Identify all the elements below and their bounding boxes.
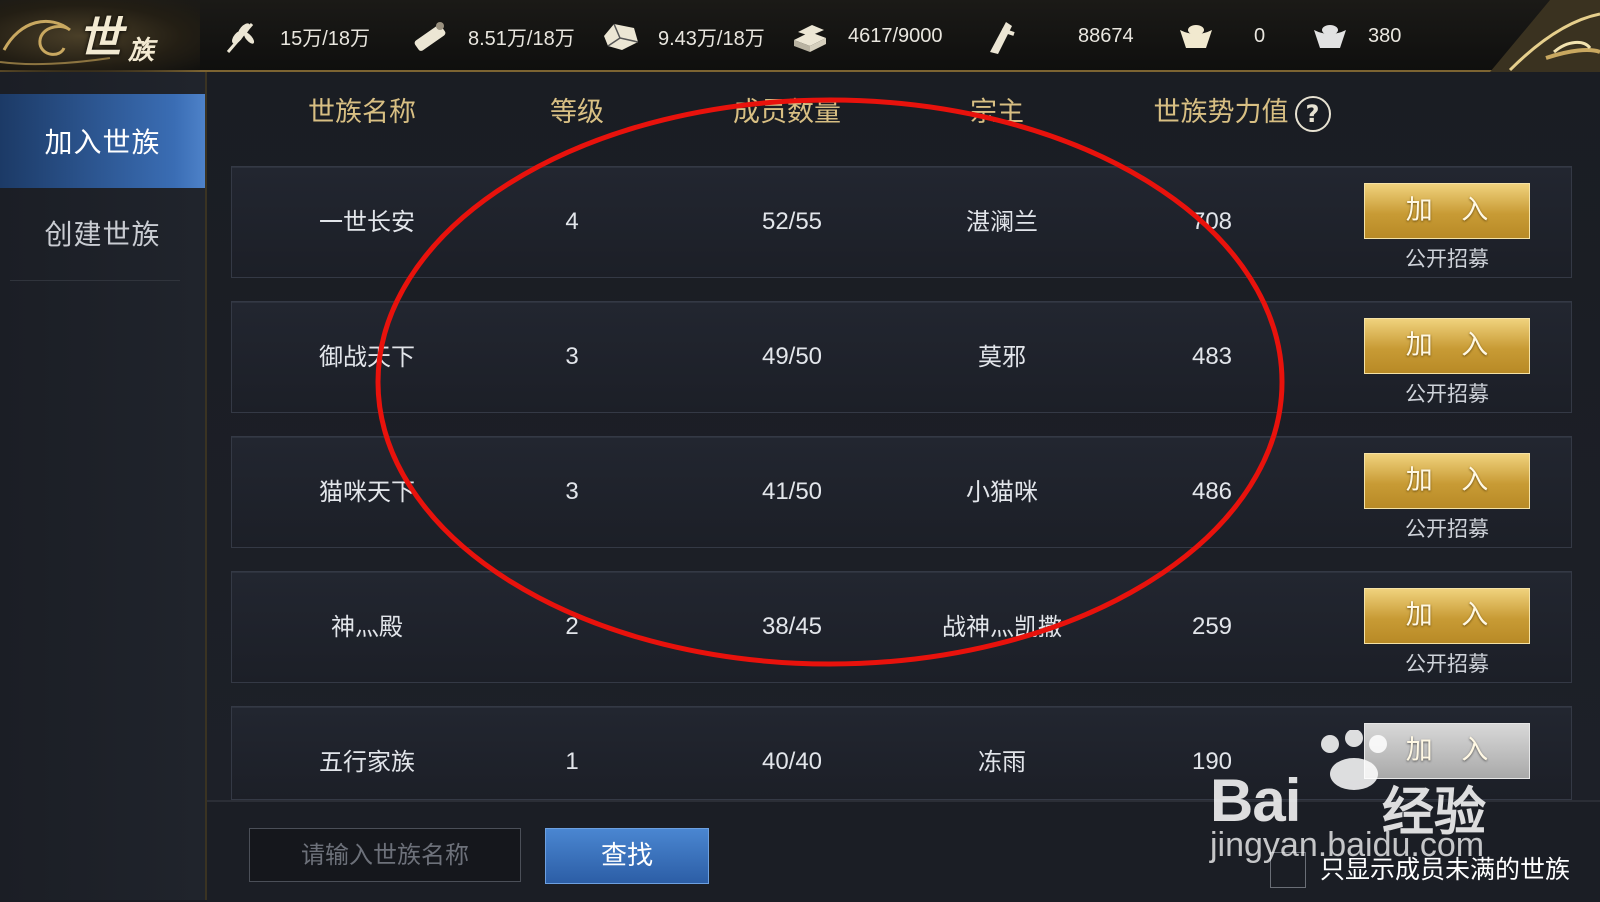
resource-wood: 8.51万/18万 <box>410 14 575 58</box>
resource-iron: 4617/9000 <box>790 14 943 58</box>
clan-level: 3 <box>565 343 579 370</box>
clan-members: 49/50 <box>761 343 823 370</box>
sidebar: 加入世族 创建世族 <box>0 72 207 900</box>
clan-search-input[interactable] <box>249 828 521 882</box>
recruit-status: 公开招募 <box>1405 247 1489 271</box>
resource-order-token-value: 88674 <box>1078 24 1134 47</box>
clan-power: 708 <box>1191 208 1233 235</box>
column-header-level: 等级 <box>550 97 604 128</box>
clan-name: 猫咪天下 <box>319 478 415 506</box>
clan-level: 1 <box>565 748 579 775</box>
column-header-members: 成员数量 <box>733 97 841 128</box>
recruit-status: 公开招募 <box>1405 652 1489 676</box>
column-header-name: 世族名称 <box>308 97 416 128</box>
clan-members: 52/55 <box>761 208 823 235</box>
clan-level: 4 <box>565 208 579 235</box>
not-full-filter-checkbox[interactable] <box>1270 852 1306 888</box>
resource-silver-ingot: 380 <box>1310 14 1401 58</box>
clan-members: 41/50 <box>761 478 823 505</box>
resource-grain-value: 15万/18万 <box>280 27 371 50</box>
clan-list-panel: 世族名称 等级 成员数量 宗主 世族势力值? 一世长安 4 52/55 湛澜兰 … <box>207 72 1600 800</box>
close-ornament-icon[interactable] <box>1450 0 1600 72</box>
clan-power: 483 <box>1191 343 1233 370</box>
resource-bar: 世 族 15万/18万 8.51万/18万 9.43万/18万 4617/900… <box>0 0 1600 72</box>
order-token-icon <box>990 22 1015 54</box>
clan-name: 神灬殿 <box>331 613 403 641</box>
clan-members: 38/45 <box>761 613 823 640</box>
clan-name: 一世长安 <box>319 208 415 236</box>
table-row: 五行家族 1 40/40 冻雨 190 加 入 <box>231 706 1572 800</box>
clan-leader: 战神灬凯撒 <box>942 613 1062 641</box>
clan-title-sub: 族 <box>128 36 155 66</box>
recruit-status: 公开招募 <box>1405 517 1489 541</box>
resource-order-token: 88674 <box>980 14 1134 58</box>
recruit-status: 公开招募 <box>1405 382 1489 406</box>
resource-silver-ingot-value: 380 <box>1368 24 1402 47</box>
iron-icon <box>794 25 826 52</box>
grain-icon <box>226 23 255 53</box>
sidebar-item-join-clan[interactable]: 加入世族 <box>0 94 205 188</box>
stone-icon <box>604 23 639 50</box>
sidebar-item-label: 加入世族 <box>44 126 161 159</box>
resource-wood-value: 8.51万/18万 <box>468 27 575 50</box>
gold-ingot-icon <box>1180 25 1212 48</box>
join-button[interactable]: 加 入 <box>1364 453 1530 509</box>
clan-leader: 莫邪 <box>978 343 1026 371</box>
clan-leader: 冻雨 <box>978 748 1026 776</box>
help-icon[interactable]: ? <box>1294 95 1331 132</box>
table-row: 一世长安 4 52/55 湛澜兰 708 加 入 公开招募 <box>231 166 1572 278</box>
not-full-filter-label: 只显示成员未满的世族 <box>1320 855 1571 884</box>
column-header-power: 世族势力值? <box>1127 88 1357 138</box>
resource-gold-ingot: 0 <box>1176 14 1265 58</box>
join-button-disabled: 加 入 <box>1364 723 1530 779</box>
clan-leader: 湛澜兰 <box>966 208 1038 236</box>
clan-power: 190 <box>1191 748 1233 775</box>
table-row: 猫咪天下 3 41/50 小猫咪 486 加 入 公开招募 <box>231 436 1572 548</box>
join-button[interactable]: 加 入 <box>1364 588 1530 644</box>
column-header-leader: 宗主 <box>970 97 1024 128</box>
clan-title-badge: 世 族 <box>0 0 200 72</box>
resource-iron-value: 4617/9000 <box>848 24 943 47</box>
clan-level: 2 <box>565 613 579 640</box>
resource-stone-value: 9.43万/18万 <box>658 27 765 50</box>
join-button[interactable]: 加 入 <box>1364 318 1530 374</box>
sidebar-divider <box>10 280 180 281</box>
clan-name: 五行家族 <box>319 748 415 776</box>
sidebar-item-label: 创建世族 <box>44 218 161 251</box>
clan-members: 40/40 <box>761 748 823 775</box>
clan-title-main: 世 <box>78 13 122 64</box>
silver-ingot-icon <box>1314 25 1346 48</box>
resource-gold-ingot-value: 0 <box>1254 24 1266 47</box>
clan-level: 3 <box>565 478 579 505</box>
resource-stone: 9.43万/18万 <box>600 14 765 58</box>
sidebar-item-create-clan[interactable]: 创建世族 <box>0 186 205 280</box>
column-header-power-label: 世族势力值 <box>1153 97 1289 128</box>
resource-grain: 15万/18万 <box>222 14 370 58</box>
clan-leader: 小猫咪 <box>966 478 1038 506</box>
search-bar: 查找 只显示成员未满的世族 <box>207 800 1600 902</box>
search-button[interactable]: 查找 <box>545 828 709 884</box>
clan-name: 御战天下 <box>319 343 415 371</box>
wood-icon <box>414 22 446 51</box>
clan-power: 259 <box>1191 613 1233 640</box>
join-button[interactable]: 加 入 <box>1364 183 1530 239</box>
table-row: 御战天下 3 49/50 莫邪 483 加 入 公开招募 <box>231 301 1572 413</box>
clan-power: 486 <box>1191 478 1233 505</box>
table-row: 神灬殿 2 38/45 战神灬凯撒 259 加 入 公开招募 <box>231 571 1572 683</box>
